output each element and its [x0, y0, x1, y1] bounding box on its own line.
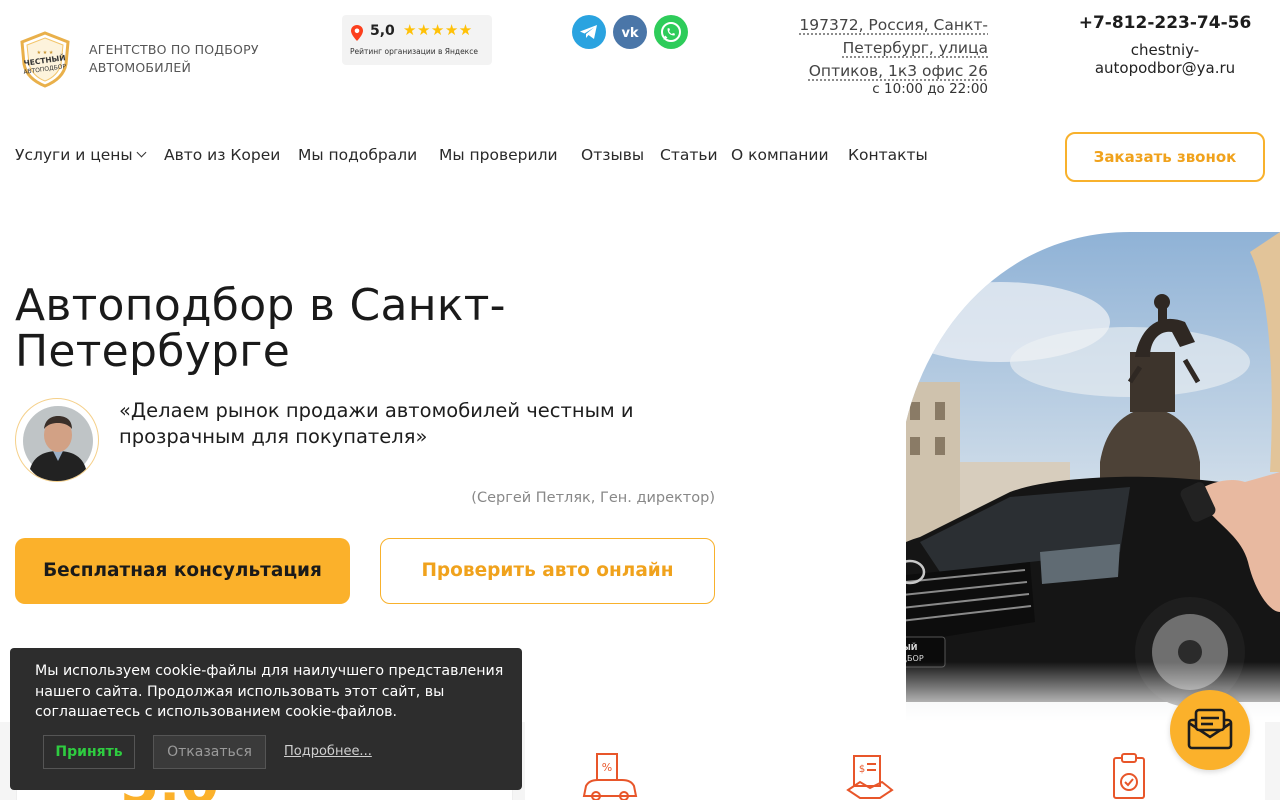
office-address[interactable]: 197372, Россия, Санкт- Петербург, улица …	[770, 14, 988, 83]
nav-item-korea[interactable]: Авто из Кореи	[164, 146, 280, 164]
cookie-accept-button[interactable]: Принять	[43, 735, 135, 769]
hero-image: ЧЕСТНЫЙ АВТОПОДБОР	[800, 232, 1280, 722]
map-pin-icon	[350, 24, 364, 42]
cookie-text: Мы используем cookie-файлы для наилучшег…	[35, 661, 505, 723]
cookie-more-link[interactable]: Подробнее...	[284, 744, 372, 759]
phone-link[interactable]: +7-812-223-74-56	[1060, 13, 1270, 33]
avatar	[15, 398, 99, 482]
clipboard-check-icon	[1100, 752, 1160, 800]
nav-item-contacts[interactable]: Контакты	[848, 146, 928, 164]
free-consultation-button[interactable]: Бесплатная консультация	[15, 538, 350, 604]
check-car-online-button[interactable]: Проверить авто онлайн	[380, 538, 715, 604]
quote-author: (Сергей Петляк, Ген. директор)	[380, 490, 715, 506]
vk-icon[interactable]: vk	[613, 15, 647, 49]
nav-item-reviews[interactable]: Отзывы	[581, 146, 644, 164]
nav-item-selected[interactable]: Мы подобрали	[298, 146, 417, 164]
svg-text:АВТОПОДБОР: АВТОПОДБОР	[866, 654, 923, 663]
whatsapp-icon[interactable]	[654, 15, 688, 49]
working-hours: с 10:00 до 22:00	[820, 81, 988, 97]
nav-item-checked[interactable]: Мы проверили	[439, 146, 558, 164]
nav-item-services[interactable]: Услуги и цены	[15, 146, 145, 164]
chevron-down-icon	[136, 148, 146, 158]
address-line: Оптиков, 1к3 офис 26	[770, 60, 988, 83]
rating-caption: Рейтинг организации в Яндексе	[350, 47, 478, 56]
nav-item-about[interactable]: О компании	[731, 146, 829, 164]
rating-stars: ★★★★★	[403, 21, 473, 39]
svg-text:%: %	[602, 761, 612, 774]
nav-item-articles[interactable]: Статьи	[660, 146, 718, 164]
telegram-icon[interactable]	[572, 15, 606, 49]
company-logo[interactable]: ★ ★ ★ ЧЕСТНЫЙ АВТОПОДБОР	[16, 30, 74, 88]
page-title: Автоподбор в Санкт-Петербурге	[15, 283, 715, 375]
email-link[interactable]: chestniy-autopodbor@ya.ru	[1070, 41, 1260, 77]
chat-widget-button[interactable]	[1170, 690, 1250, 770]
cookie-decline-button[interactable]: Отказаться	[153, 735, 266, 769]
address-line: Петербург, улица	[770, 37, 988, 60]
rating-score: 5,0	[370, 23, 395, 39]
agency-tagline: АГЕНТСТВО ПО ПОДБОРУ АВТОМОБИЛЕЙ	[89, 41, 289, 77]
envelope-icon	[1186, 708, 1234, 752]
svg-text:vk: vk	[621, 26, 638, 41]
address-line: 197372, Россия, Санкт-	[770, 14, 988, 37]
cookie-banner: Мы используем cookie-файлы для наилучшег…	[10, 648, 522, 790]
svg-text:$: $	[859, 764, 865, 775]
yandex-rating-badge[interactable]: 5,0 ★★★★★ Рейтинг организации в Яндексе	[342, 15, 492, 65]
svg-text:ЧЕСТНЫЙ: ЧЕСТНЫЙ	[873, 641, 918, 652]
nav-item-label: Услуги и цены	[15, 146, 133, 164]
ceo-quote: «Делаем рынок продажи автомобилей честны…	[119, 398, 679, 450]
car-discount-icon: %	[580, 752, 640, 800]
order-call-button[interactable]: Заказать звонок	[1065, 132, 1265, 182]
contract-handshake-icon: $	[840, 752, 900, 800]
